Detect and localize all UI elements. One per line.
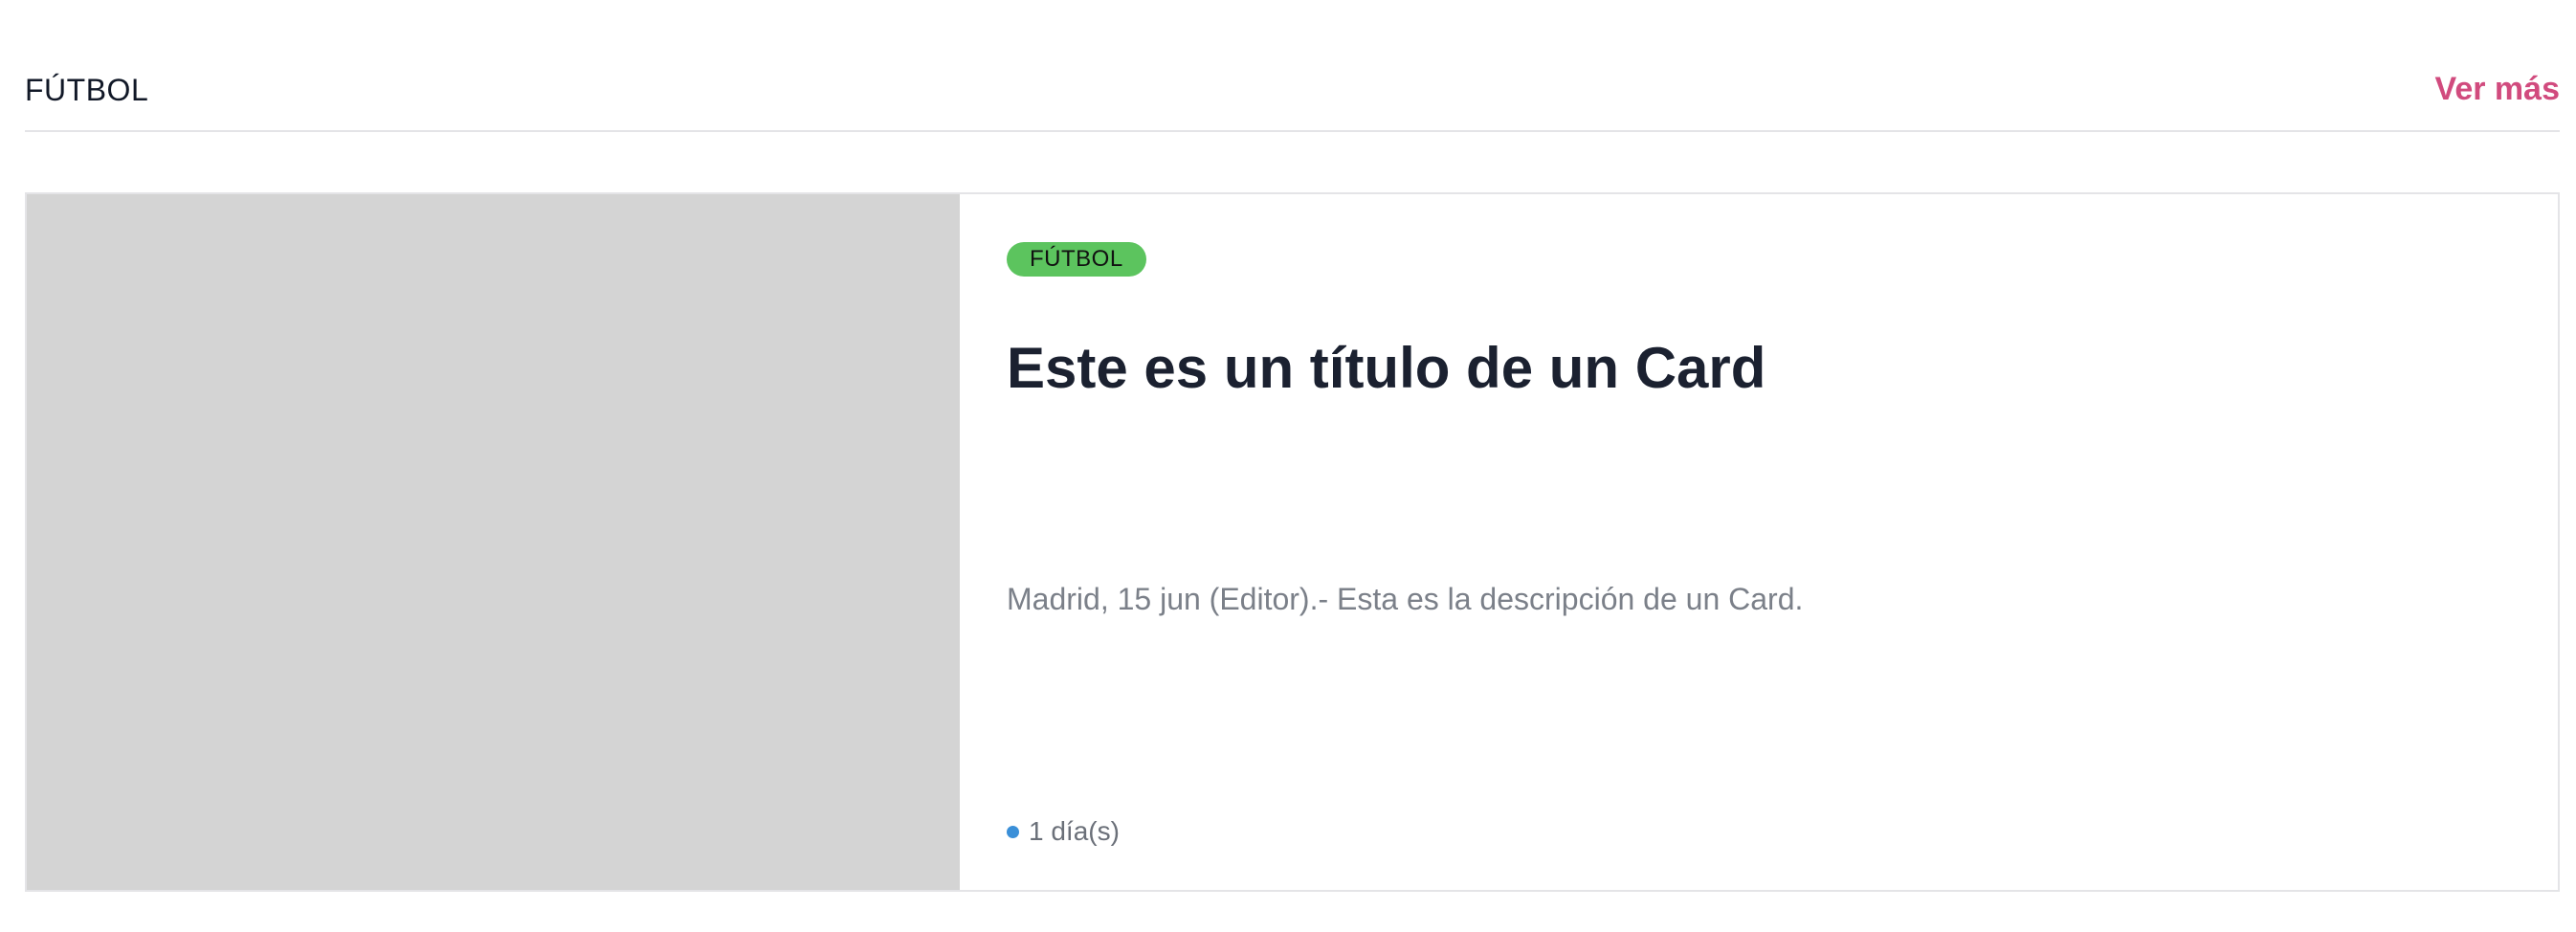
time-ago: 1 día(s) bbox=[1029, 816, 1120, 846]
news-card[interactable]: FÚTBOL Este es un título de un Card Madr… bbox=[25, 192, 2560, 892]
section-title: FÚTBOL bbox=[25, 73, 149, 107]
see-more-link[interactable]: Ver más bbox=[2435, 69, 2560, 109]
card-meta: 1 día(s) bbox=[1007, 814, 1120, 849]
dot-icon bbox=[1007, 825, 1019, 838]
news-section: FÚTBOL Ver más FÚTBOL Este es un título … bbox=[25, 0, 2560, 932]
card-description: Madrid, 15 jun (Editor).- Esta es la des… bbox=[1007, 582, 1804, 616]
card-body: FÚTBOL Este es un título de un Card Madr… bbox=[960, 194, 2558, 890]
card-image-placeholder[interactable] bbox=[27, 194, 960, 890]
section-header: FÚTBOL Ver más bbox=[25, 59, 2560, 132]
category-tag[interactable]: FÚTBOL bbox=[1007, 242, 1146, 277]
card-title[interactable]: Este es un título de un Card bbox=[1007, 334, 1765, 403]
